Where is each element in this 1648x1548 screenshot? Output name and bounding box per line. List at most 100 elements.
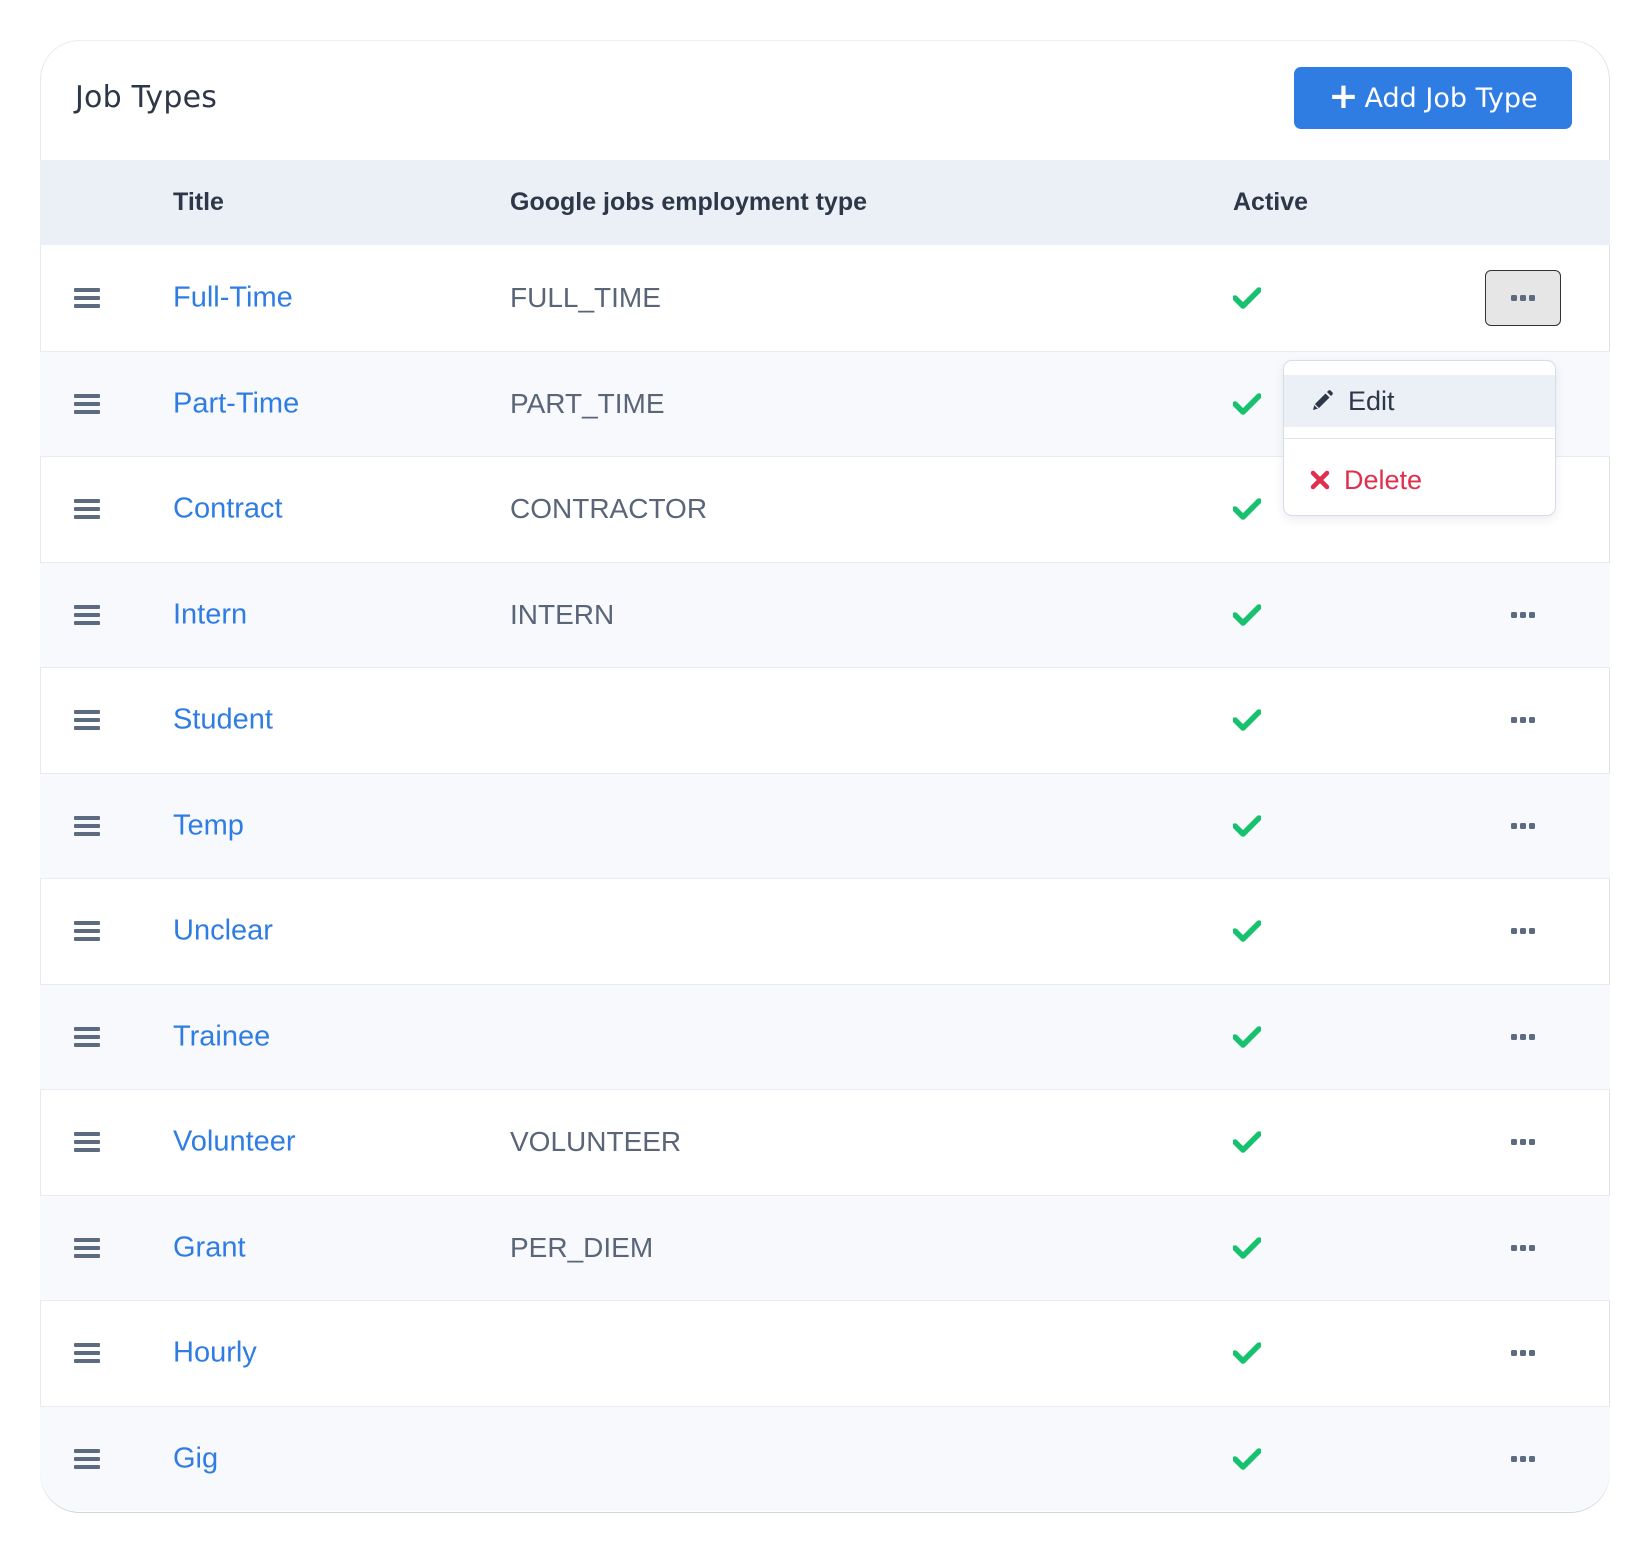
drag-handle-icon[interactable] <box>74 1343 100 1364</box>
job-types-card: Job Types + Add Job Type Title Google jo… <box>40 40 1610 1512</box>
add-job-type-label: Add Job Type <box>1364 82 1538 114</box>
ellipsis-dot <box>1520 1350 1526 1357</box>
x-icon <box>1310 470 1330 490</box>
google-employment-type: VOLUNTEER <box>510 1126 682 1158</box>
checkmark-icon <box>1233 498 1261 520</box>
ellipsis-dot <box>1529 717 1535 724</box>
row-actions-button[interactable] <box>1485 1325 1561 1381</box>
drag-handle-icon[interactable] <box>74 287 100 308</box>
row-actions-button[interactable] <box>1485 269 1561 326</box>
job-type-title-link[interactable]: Temp <box>173 809 244 842</box>
checkmark-icon <box>1233 1448 1261 1470</box>
row-actions-button[interactable] <box>1485 692 1561 748</box>
ellipsis-icon <box>1511 1455 1517 1462</box>
add-job-type-button[interactable]: + Add Job Type <box>1294 67 1572 129</box>
ellipsis-dot <box>1529 1455 1535 1462</box>
job-type-title-link[interactable]: Contract <box>173 493 283 526</box>
ellipsis-icon <box>1511 822 1517 829</box>
checkmark-icon <box>1233 393 1261 415</box>
ellipsis-dot <box>1520 928 1526 935</box>
row-actions-button[interactable] <box>1485 1431 1561 1487</box>
table-row: Intern INTERN <box>40 561 1610 667</box>
row-actions-button[interactable] <box>1485 798 1561 854</box>
google-employment-type: CONTRACTOR <box>510 493 708 525</box>
ellipsis-icon <box>1511 1139 1517 1146</box>
ellipsis-dot <box>1520 1139 1526 1146</box>
column-header-active[interactable]: Active <box>1233 188 1308 217</box>
ellipsis-dot <box>1529 1244 1535 1251</box>
ellipsis-icon <box>1511 1244 1517 1251</box>
ellipsis-dot <box>1520 294 1526 301</box>
ellipsis-icon <box>1511 1350 1517 1357</box>
page-title: Job Types <box>75 80 218 115</box>
job-type-title-link[interactable]: Volunteer <box>173 1126 296 1159</box>
drag-handle-icon[interactable] <box>74 1132 100 1153</box>
pencil-icon <box>1313 390 1333 410</box>
table-row: Trainee <box>40 983 1610 1089</box>
ellipsis-dot <box>1520 717 1526 724</box>
ellipsis-dot <box>1529 928 1535 935</box>
drag-handle-icon[interactable] <box>74 921 100 942</box>
job-type-title-link[interactable]: Unclear <box>173 915 273 948</box>
column-header-google-type[interactable]: Google jobs employment type <box>510 188 867 217</box>
ellipsis-dot <box>1529 822 1535 829</box>
drag-handle-icon[interactable] <box>74 604 100 625</box>
ellipsis-dot <box>1529 611 1535 618</box>
column-header-title[interactable]: Title <box>173 188 224 217</box>
ellipsis-dot <box>1520 1455 1526 1462</box>
drag-handle-icon[interactable] <box>74 499 100 520</box>
dropdown-item-delete-label: Delete <box>1344 464 1423 495</box>
table-row: Hourly <box>40 1300 1610 1406</box>
row-actions-button[interactable] <box>1485 1009 1561 1065</box>
table-row: Grant PER_DIEM <box>40 1194 1610 1300</box>
plus-icon: + <box>1328 75 1359 117</box>
checkmark-icon <box>1233 1237 1261 1259</box>
job-type-title-link[interactable]: Gig <box>173 1442 218 1475</box>
ellipsis-dot <box>1529 1139 1535 1146</box>
ellipsis-dot <box>1529 1033 1535 1040</box>
dropdown-item-edit-label: Edit <box>1348 385 1395 416</box>
table-row: Unclear <box>40 878 1610 984</box>
row-actions-button[interactable] <box>1485 1220 1561 1276</box>
dropdown-item-edit[interactable]: Edit <box>1284 375 1555 427</box>
drag-handle-icon[interactable] <box>74 1448 100 1469</box>
job-type-title-link[interactable]: Full-Time <box>173 281 293 314</box>
job-type-title-link[interactable]: Hourly <box>173 1337 257 1370</box>
google-employment-type: FULL_TIME <box>510 281 661 313</box>
drag-handle-icon[interactable] <box>74 815 100 836</box>
ellipsis-dot <box>1520 1033 1526 1040</box>
checkmark-icon <box>1233 815 1261 837</box>
table-row: Student <box>40 667 1610 773</box>
job-type-title-link[interactable]: Part-Time <box>173 387 299 420</box>
google-employment-type: INTERN <box>510 598 615 630</box>
ellipsis-dot <box>1520 1244 1526 1251</box>
job-type-title-link[interactable]: Student <box>173 704 273 737</box>
ellipsis-dot <box>1520 611 1526 618</box>
checkmark-icon <box>1233 1131 1261 1153</box>
table-row: Volunteer VOLUNTEER <box>40 1089 1610 1195</box>
ellipsis-icon <box>1511 1033 1517 1040</box>
drag-handle-icon[interactable] <box>74 1026 100 1047</box>
google-employment-type: PART_TIME <box>510 387 665 419</box>
job-type-title-link[interactable]: Trainee <box>173 1020 270 1053</box>
dropdown-divider <box>1284 438 1555 439</box>
dropdown-item-delete[interactable]: Delete <box>1284 454 1555 506</box>
ellipsis-dot <box>1520 822 1526 829</box>
row-actions-button[interactable] <box>1485 903 1561 959</box>
table-row: Gig <box>40 1405 1610 1511</box>
row-actions-dropdown: Edit Delete <box>1283 360 1556 516</box>
ellipsis-icon <box>1511 928 1517 935</box>
ellipsis-icon <box>1511 611 1517 618</box>
card-header: Job Types + Add Job Type <box>40 40 1610 160</box>
checkmark-icon <box>1233 709 1261 731</box>
drag-handle-icon[interactable] <box>74 710 100 731</box>
job-type-title-link[interactable]: Grant <box>173 1231 246 1264</box>
drag-handle-icon[interactable] <box>74 393 100 414</box>
row-actions-button[interactable] <box>1485 1114 1561 1170</box>
row-actions-button[interactable] <box>1485 587 1561 643</box>
google-employment-type: PER_DIEM <box>510 1231 654 1263</box>
ellipsis-icon <box>1511 717 1517 724</box>
checkmark-icon <box>1233 604 1261 626</box>
job-type-title-link[interactable]: Intern <box>173 598 247 631</box>
drag-handle-icon[interactable] <box>74 1237 100 1258</box>
